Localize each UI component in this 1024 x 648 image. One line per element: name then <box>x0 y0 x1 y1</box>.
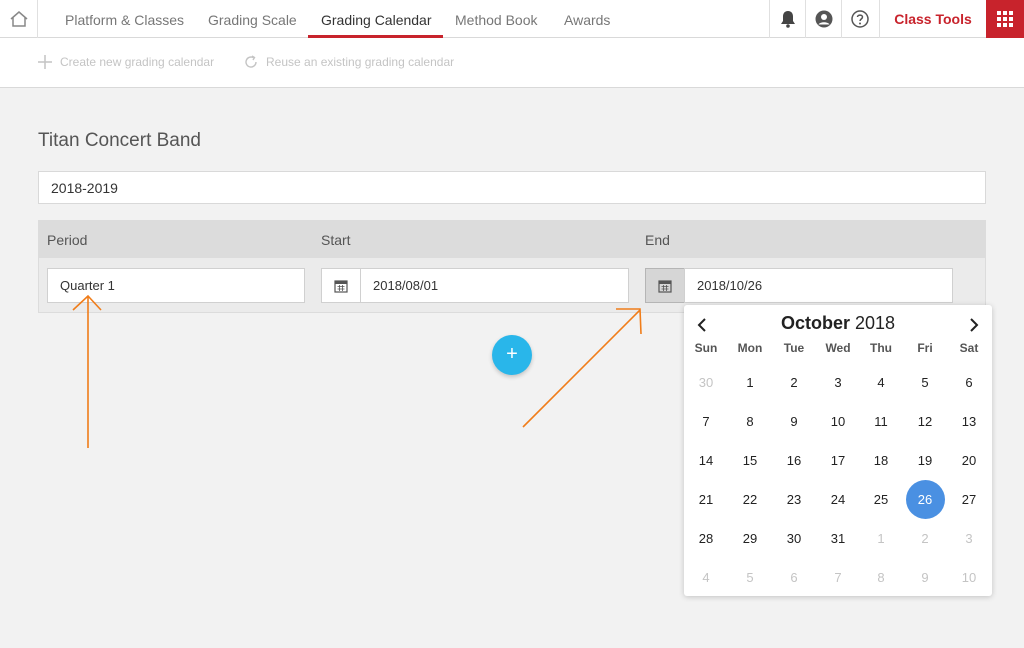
tab-platform-classes[interactable]: Platform & Classes <box>65 0 184 38</box>
datepicker-year: 2018 <box>854 313 896 333</box>
calendar-day[interactable]: 12 <box>905 402 945 441</box>
weekday-header: Sat <box>959 341 979 355</box>
calendar-icon <box>658 279 672 293</box>
weekday-header: Sun <box>694 341 718 355</box>
home-icon <box>10 11 27 27</box>
add-period-button[interactable]: + <box>492 335 532 375</box>
calendar-day[interactable]: 2 <box>905 519 945 558</box>
calendar-day[interactable]: 16 <box>774 441 814 480</box>
weekday-header: Wed <box>825 341 851 355</box>
notifications-button[interactable] <box>769 0 805 38</box>
create-calendar-button[interactable]: Create new grading calendar <box>38 55 214 69</box>
reuse-calendar-button[interactable]: Reuse an existing grading calendar <box>244 55 454 69</box>
calendar-day[interactable]: 30 <box>774 519 814 558</box>
plus-icon <box>38 55 52 69</box>
weekday-header: Thu <box>870 341 892 355</box>
calendar-day-selected[interactable]: 26 <box>905 480 945 519</box>
calendar-day[interactable]: 21 <box>686 480 726 519</box>
action-toolbar: Create new grading calendar Reuse an exi… <box>0 38 1024 88</box>
calendar-day[interactable]: 7 <box>818 558 858 597</box>
calendar-day[interactable]: 9 <box>774 402 814 441</box>
calendar-day[interactable]: 7 <box>686 402 726 441</box>
end-date-input[interactable]: 2018/10/26 <box>684 268 953 303</box>
calendar-day[interactable]: 3 <box>949 519 989 558</box>
calendar-day[interactable]: 27 <box>949 480 989 519</box>
calendar-day[interactable]: 3 <box>818 363 858 402</box>
calendar-day[interactable]: 4 <box>861 363 901 402</box>
apps-button[interactable] <box>986 0 1024 38</box>
calendar-day[interactable]: 31 <box>818 519 858 558</box>
calendar-day[interactable]: 17 <box>818 441 858 480</box>
datepicker-month-year: October 2018 <box>684 313 992 334</box>
calendar-day[interactable]: 24 <box>818 480 858 519</box>
tab-grading-calendar[interactable]: Grading Calendar <box>321 0 432 38</box>
calendar-day[interactable]: 18 <box>861 441 901 480</box>
calendar-day[interactable]: 2 <box>774 363 814 402</box>
calendar-table-header: Period Start End <box>38 220 986 258</box>
calendar-day[interactable]: 28 <box>686 519 726 558</box>
calendar-day[interactable]: 10 <box>818 402 858 441</box>
reuse-calendar-label: Reuse an existing grading calendar <box>266 55 455 69</box>
tab-method-book[interactable]: Method Book <box>455 0 538 38</box>
weekday-header: Mon <box>737 341 763 355</box>
home-button[interactable] <box>0 0 38 38</box>
top-nav: Platform & Classes Grading Scale Grading… <box>0 0 1024 38</box>
help-icon <box>850 10 869 28</box>
datepicker-popup: October 2018 Sun Mon Tue Wed Thu Fri Sat 30 1 2 3 4… <box>684 305 992 596</box>
calendar-day[interactable]: 23 <box>774 480 814 519</box>
start-date-input[interactable]: 2018/08/01 <box>360 268 629 303</box>
page-title: Titan Concert Band <box>38 130 201 151</box>
chevron-right-icon <box>970 318 979 332</box>
school-year-field[interactable]: 2018-2019 <box>38 171 986 204</box>
calendar-day[interactable]: 8 <box>730 402 770 441</box>
calendar-day[interactable]: 5 <box>905 363 945 402</box>
calendar-icon <box>334 279 348 293</box>
tab-awards[interactable]: Awards <box>564 0 610 38</box>
end-header: End <box>645 232 670 248</box>
calendar-day[interactable]: 19 <box>905 441 945 480</box>
calendar-day[interactable]: 6 <box>774 558 814 597</box>
help-button[interactable] <box>841 0 877 38</box>
calendar-day[interactable]: 15 <box>730 441 770 480</box>
next-month-button[interactable] <box>964 315 984 335</box>
start-date-picker-button[interactable] <box>321 268 361 303</box>
calendar-day[interactable]: 22 <box>730 480 770 519</box>
calendar-day[interactable]: 10 <box>949 558 989 597</box>
calendar-day[interactable]: 4 <box>686 558 726 597</box>
calendar-day[interactable]: 9 <box>905 558 945 597</box>
grid-icon <box>997 11 1013 27</box>
period-name-input[interactable]: Quarter 1 <box>47 268 305 303</box>
bell-icon <box>780 11 795 28</box>
start-header: Start <box>321 232 351 248</box>
end-date-picker-button[interactable] <box>645 268 685 303</box>
period-header: Period <box>47 232 88 248</box>
create-calendar-label: Create new grading calendar <box>60 55 215 69</box>
calendar-day[interactable]: 20 <box>949 441 989 480</box>
calendar-day[interactable]: 5 <box>730 558 770 597</box>
calendar-day[interactable]: 1 <box>730 363 770 402</box>
calendar-day[interactable]: 13 <box>949 402 989 441</box>
calendar-day[interactable]: 14 <box>686 441 726 480</box>
calendar-day[interactable]: 25 <box>861 480 901 519</box>
calendar-day[interactable]: 11 <box>861 402 901 441</box>
account-button[interactable] <box>805 0 841 38</box>
calendar-day[interactable]: 8 <box>861 558 901 597</box>
refresh-icon <box>245 55 257 68</box>
class-tools-button[interactable]: Class Tools <box>879 0 986 38</box>
datepicker-month: October <box>780 313 850 333</box>
calendar-day[interactable]: 6 <box>949 363 989 402</box>
weekday-header: Fri <box>917 341 933 355</box>
weekday-header: Tue <box>783 341 805 355</box>
calendar-day[interactable]: 30 <box>686 363 726 402</box>
calendar-day[interactable]: 1 <box>861 519 901 558</box>
tab-grading-scale[interactable]: Grading Scale <box>208 0 297 38</box>
user-icon <box>815 10 832 28</box>
calendar-day[interactable]: 29 <box>730 519 770 558</box>
